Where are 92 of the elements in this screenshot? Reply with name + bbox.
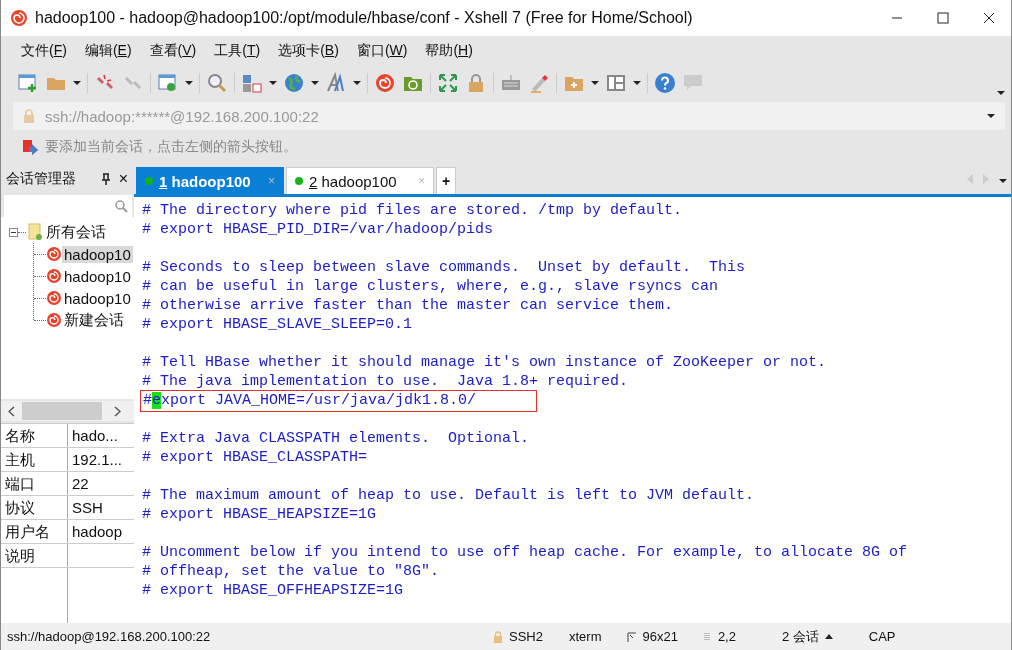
terminal-line: # otherwise arrive faster than the master can service them. (142, 296, 675, 315)
tree-item[interactable]: 新建会话 (62, 310, 126, 330)
property-name: 用户名 (4, 522, 51, 542)
property-name: 名称 (4, 426, 36, 446)
terminal-line: # export HBASE_OFFHEAPSIZE=1G (142, 581, 405, 600)
status-cursor-position: 2,2 (717, 629, 736, 644)
status-protocol: SSH2 (509, 629, 543, 644)
terminal-line: # The java implementation to use. Java 1.8+ required. (142, 372, 630, 391)
lock-icon (493, 630, 503, 643)
status-caps: CAP (868, 629, 896, 644)
terminal-line: # can be useful in large clusters, where, e.g., slave rsyncs can (142, 277, 720, 296)
scroll-left-icon[interactable] (8, 405, 15, 417)
fullscreen-icon[interactable] (437, 72, 459, 94)
pen-icon[interactable] (528, 72, 550, 94)
globe-icon[interactable] (283, 72, 305, 94)
scroll-right-icon[interactable] (114, 405, 121, 417)
help-icon[interactable] (654, 72, 676, 94)
font-icon[interactable] (325, 72, 347, 94)
layout-icon[interactable] (605, 72, 627, 94)
close-button[interactable]: × (118, 170, 134, 188)
terminal-line: # export HBASE_HEAPSIZE=1G (142, 505, 378, 524)
pin-icon[interactable] (100, 173, 111, 185)
menu-item[interactable]: 查看(V) (149, 42, 197, 60)
session-tab[interactable]: 2 hadoop100 × (286, 167, 434, 194)
up-arrow-icon[interactable] (824, 633, 833, 640)
caret-icon[interactable] (633, 80, 641, 86)
close-icon[interactable] (983, 12, 995, 24)
info-message: 要添加当前会话，点击左侧的箭头按钮。 (45, 138, 297, 156)
arrow-icon[interactable] (21, 138, 39, 156)
lock-icon (23, 109, 35, 123)
status-size: 96x21 (642, 629, 678, 644)
search-field[interactable] (4, 195, 132, 217)
terminal-line: # export HBASE_CLASSPATH= (142, 448, 369, 467)
folder-icon (28, 223, 44, 241)
terminal-line: # export HBASE_PID_DIR=/var/hadoop/pids (142, 220, 495, 239)
caret-icon[interactable] (999, 178, 1007, 184)
resize-icon (627, 631, 637, 642)
terminal-line: # Extra Java CLASSPATH elements. Optional. (142, 429, 531, 448)
menu-item[interactable]: 选项卡(B) (278, 42, 339, 60)
caret-icon[interactable] (997, 90, 1005, 96)
search-icon[interactable] (206, 72, 228, 94)
property-name: 说明 (4, 546, 36, 566)
cursor-position-icon (703, 631, 712, 642)
terminal-line: # Seconds to sleep between slave commands. Unset by default. This (142, 258, 747, 277)
search-icon (115, 199, 128, 213)
menu-item[interactable]: 编辑(E) (84, 42, 132, 60)
menu-item[interactable]: 窗口(W) (356, 42, 408, 60)
spiral-icon (46, 290, 62, 306)
status-terminal-type: xterm (568, 629, 602, 644)
menu-item[interactable]: 工具(T) (214, 42, 261, 60)
status-sessions[interactable]: 2 会话 (781, 627, 819, 646)
caret-icon[interactable] (73, 80, 81, 86)
caret-icon[interactable] (987, 113, 995, 119)
collapse-icon[interactable] (9, 227, 18, 237)
transfer-icon[interactable] (241, 72, 263, 94)
tree-item[interactable]: hadoop10 (62, 289, 133, 307)
session-tab[interactable]: 1 hadoop100 × (136, 167, 284, 194)
caret-icon[interactable] (353, 80, 361, 86)
panel-title: 会话管理器 (6, 170, 77, 188)
new-tab-button[interactable]: + (436, 167, 456, 194)
scrollbar[interactable] (1, 401, 134, 421)
status-dot-icon (145, 177, 153, 185)
caret-icon[interactable] (311, 80, 319, 86)
status-dot-icon (295, 177, 303, 185)
window-settings-icon[interactable] (157, 72, 179, 94)
property-name: 端口 (4, 474, 36, 494)
terminal-line: # Uncomment below if you intend to use off heap cache. For example, to allocate 8G of (142, 543, 909, 562)
spiral-icon (46, 268, 62, 284)
status-connection: ssh://hadoop@192.168.200.100:22 (7, 629, 212, 644)
terminal-line: # offheap, set the value to "8G". (142, 562, 441, 581)
property-name: 主机 (4, 450, 36, 470)
terminal[interactable] (134, 197, 1011, 623)
tree-item[interactable]: hadoop10 (62, 245, 133, 263)
caret-icon[interactable] (269, 80, 277, 86)
menu-item[interactable]: 文件(F) (21, 42, 67, 60)
terminal-line: # Tell HBase whether it should manage it's own instance of ZooKeeper or not. (142, 353, 828, 372)
tree-item[interactable]: 所有会话 (44, 222, 108, 242)
property-name: 协议 (4, 498, 36, 518)
spiral-icon (46, 312, 62, 328)
spiral-icon (46, 246, 62, 262)
spiral-logo-icon (9, 8, 29, 28)
window-title: hadoop100 - hadoop@hadoop100:/opt/module/hbase/conf - Xshell 7 (Free for Home/School) (35, 9, 694, 27)
new-session-icon[interactable] (17, 72, 39, 94)
terminal-line: # The maximum amount of heap to use. Default is left to JVM default. (142, 486, 756, 505)
terminal-line: # export HBASE_SLAVE_SLEEP=0.1 (142, 315, 414, 334)
menu-item[interactable]: 帮助(H) (425, 42, 473, 60)
spiral-icon[interactable] (374, 72, 396, 94)
caret-icon[interactable] (591, 80, 599, 86)
caret-icon[interactable] (185, 80, 193, 86)
tree-item[interactable]: hadoop10 (62, 267, 133, 285)
terminal-line: # The directory where pid files are stored. /tmp by default. (142, 201, 684, 220)
maximize-icon[interactable] (937, 12, 949, 24)
